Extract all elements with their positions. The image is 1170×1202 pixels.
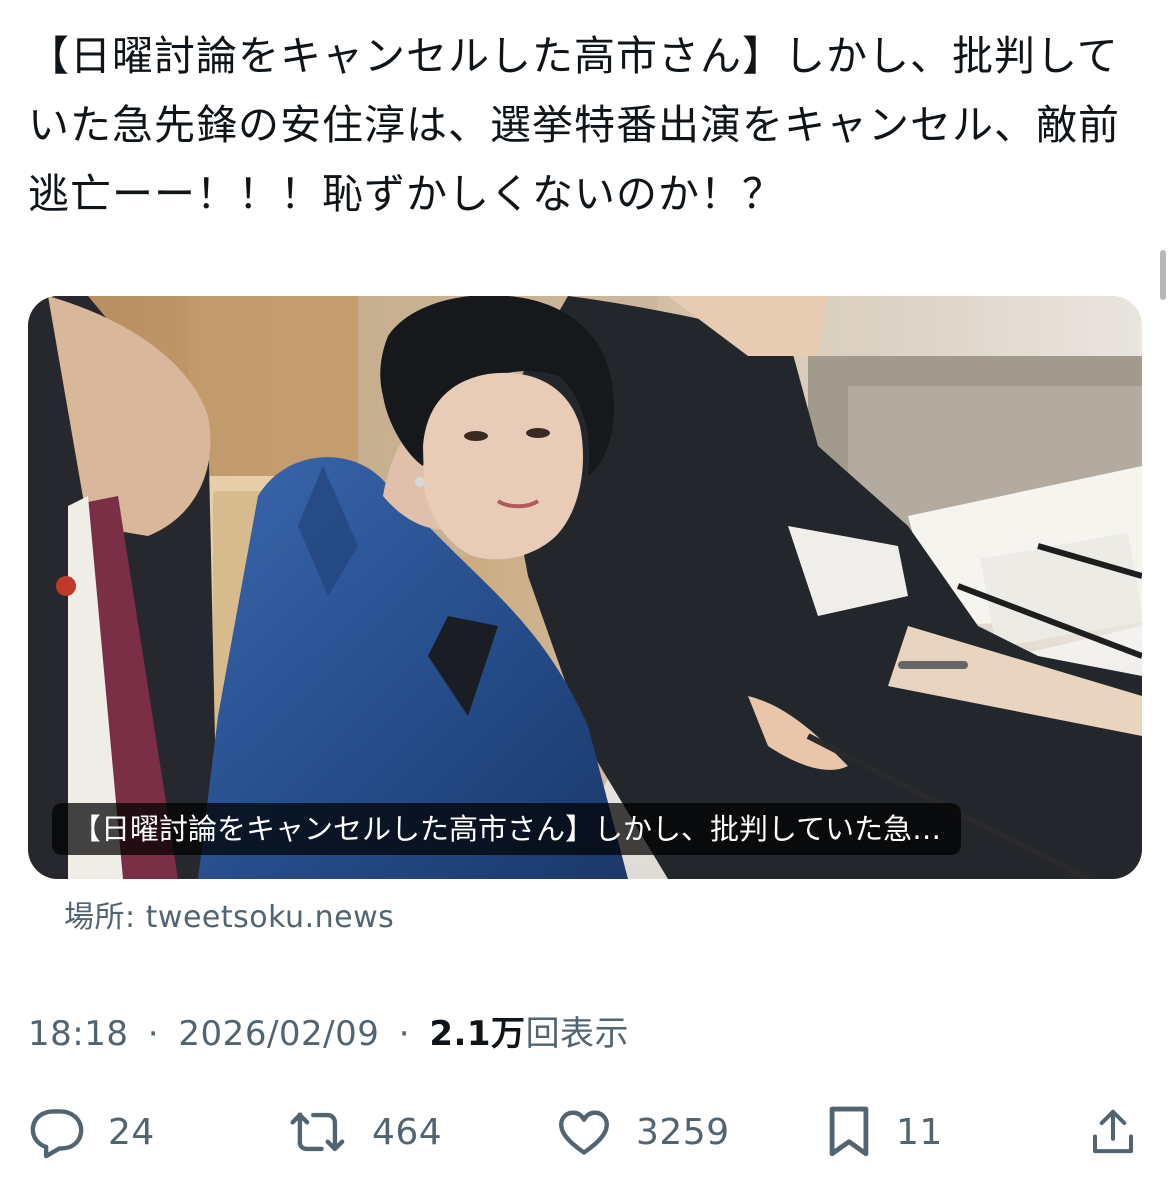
- meta-separator: ·: [398, 1014, 411, 1054]
- action-bar: 24 464 3259 11: [0, 1092, 1170, 1172]
- repost-icon: [290, 1112, 345, 1152]
- bookmark-icon: [829, 1106, 869, 1157]
- tweet-meta: 18:18 · 2026/02/09 · 2.1万回表示: [28, 1006, 629, 1055]
- repost-count: 464: [372, 1111, 443, 1153]
- bookmark-button[interactable]: 11: [824, 1092, 943, 1172]
- reply-count: 24: [108, 1111, 155, 1153]
- article-photo: [28, 296, 1142, 879]
- like-count: 3259: [636, 1111, 730, 1153]
- link-card[interactable]: 【日曜討論をキャンセルした高市さん】しかし、批判していた急…: [28, 296, 1142, 879]
- tweet-date[interactable]: 2026/02/09: [178, 1014, 379, 1054]
- repost-button[interactable]: 464: [286, 1092, 442, 1172]
- tweet-time[interactable]: 18:18: [28, 1014, 128, 1054]
- like-button[interactable]: 3259: [554, 1092, 730, 1172]
- reply-icon: [30, 1109, 84, 1159]
- tweet-text: 【日曜討論をキャンセルした高市さん】しかし、批判していた急先鋒の安住淳は、選挙特…: [28, 32, 1120, 218]
- reply-button[interactable]: 24: [28, 1092, 155, 1172]
- share-icon: [1092, 1109, 1134, 1154]
- share-button[interactable]: [1086, 1092, 1140, 1172]
- link-card-caption: 【日曜討論をキャンセルした高市さん】しかし、批判していた急…: [52, 803, 962, 855]
- views-count[interactable]: 2.1万: [429, 1014, 525, 1054]
- like-icon: [559, 1110, 609, 1155]
- views-label: 回表示: [525, 1014, 630, 1054]
- link-source[interactable]: 場所: tweetsoku.news: [64, 892, 394, 936]
- scrollbar[interactable]: [1160, 250, 1166, 300]
- bookmark-count: 11: [896, 1111, 943, 1153]
- meta-separator: ·: [147, 1014, 160, 1054]
